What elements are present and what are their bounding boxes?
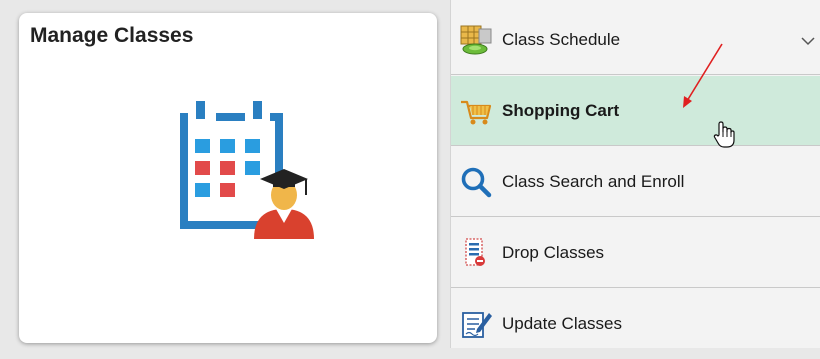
- update-classes-icon: [459, 307, 493, 341]
- menu-item-class-search-and-enroll[interactable]: Class Search and Enroll: [451, 147, 820, 217]
- menu-item-label: Class Schedule: [502, 29, 621, 49]
- class-menu: Class Schedule Shopping Cart Class Searc…: [450, 0, 820, 348]
- shopping-cart-icon: [459, 94, 493, 128]
- calendar-graduate-icon: [158, 99, 318, 249]
- menu-item-label: Shopping Cart: [502, 100, 620, 120]
- menu-item-class-schedule[interactable]: Class Schedule: [451, 5, 820, 75]
- tile-title: Manage Classes: [30, 24, 194, 47]
- manage-classes-tile[interactable]: Manage Classes: [19, 13, 437, 343]
- menu-item-label: Class Search and Enroll: [502, 171, 685, 191]
- menu-item-update-classes[interactable]: Update Classes: [451, 289, 820, 359]
- hand-pointer-icon: [713, 121, 735, 154]
- menu-item-label: Drop Classes: [502, 242, 605, 262]
- search-icon: [459, 165, 493, 199]
- drop-classes-icon: [459, 236, 493, 270]
- menu-item-drop-classes[interactable]: Drop Classes: [451, 218, 820, 288]
- menu-item-label: Update Classes: [502, 314, 623, 333]
- class-schedule-icon: [459, 23, 493, 57]
- menu-item-shopping-cart[interactable]: Shopping Cart: [451, 76, 820, 146]
- chevron-down-icon[interactable]: [801, 33, 815, 46]
